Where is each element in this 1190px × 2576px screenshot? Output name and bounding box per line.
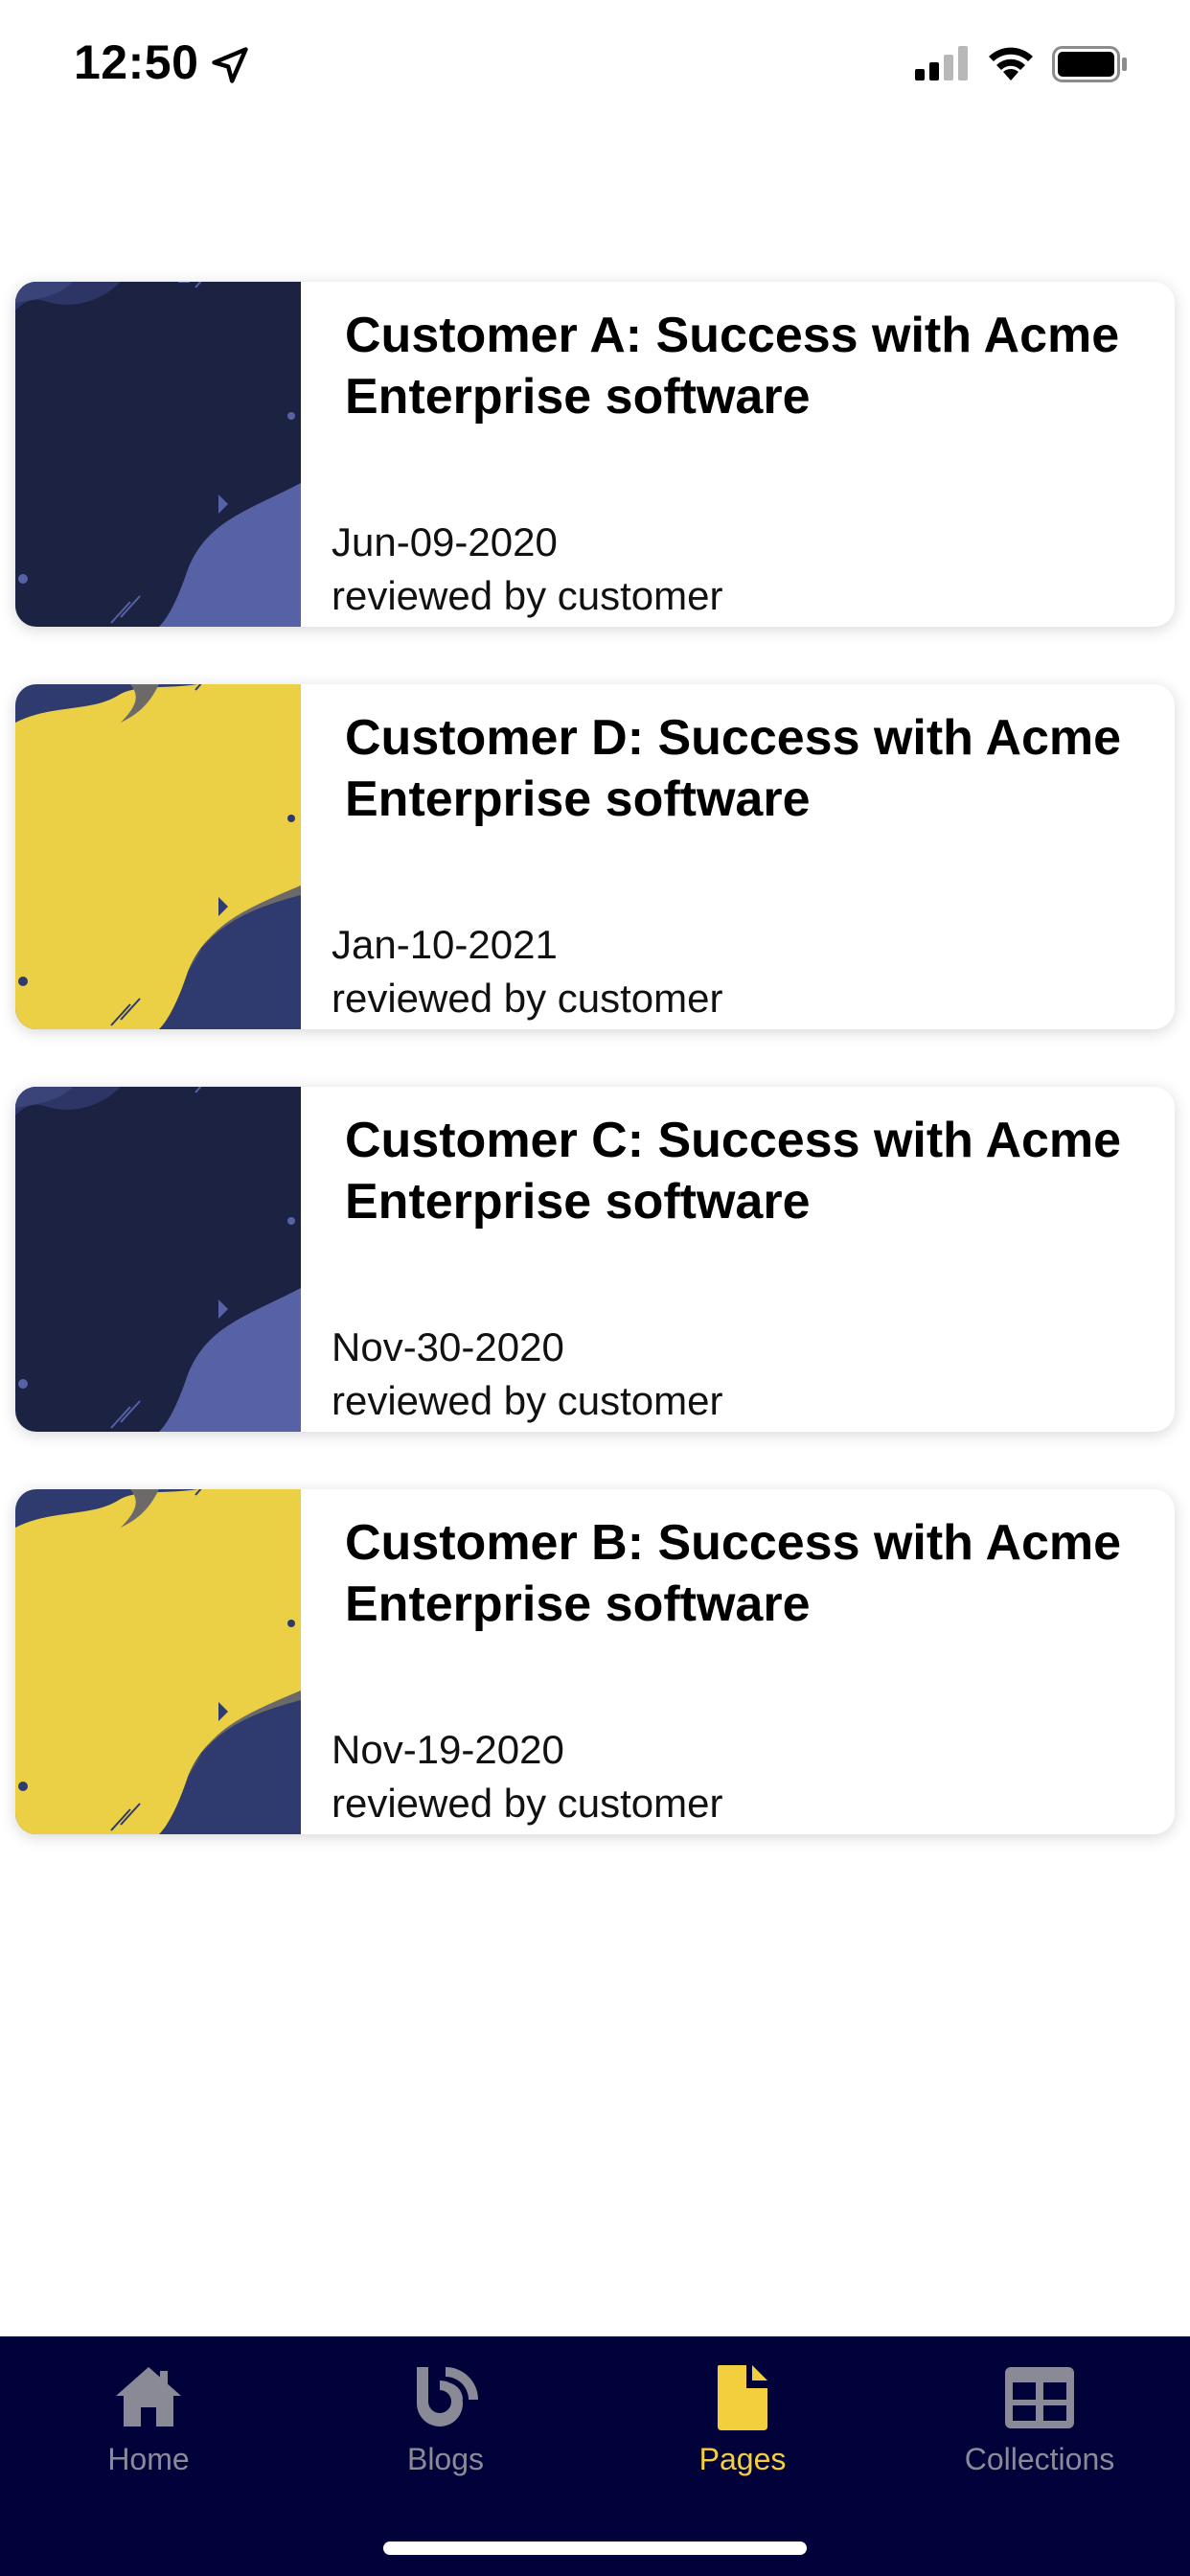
tab-home[interactable]: Home: [0, 2336, 297, 2499]
page-card[interactable]: Customer D: Success with Acme Enterprise…: [15, 684, 1175, 1029]
tab-collections-label: Collections: [964, 2442, 1115, 2476]
card-date: Nov-19-2020: [332, 1727, 564, 1772]
tab-pages-label: Pages: [698, 2442, 787, 2476]
page-card[interactable]: Customer A: Success with Acme Enterprise…: [15, 282, 1175, 627]
status-time: 12:50: [74, 35, 199, 89]
screen: 12:50 Customer A: Success with Acme Ente…: [0, 0, 1190, 2576]
card-title: Customer C: Success with Acme Enterprise…: [345, 1113, 1122, 1230]
page-card[interactable]: Customer B: Success with Acme Enterprise…: [15, 1489, 1175, 1834]
card-review-status: reviewed by customer: [332, 573, 723, 618]
tab-blogs-label: Blogs: [406, 2442, 485, 2476]
collections-icon: [1005, 2367, 1074, 2428]
battery-icon: [1052, 46, 1127, 82]
card-date: Jan-10-2021: [332, 922, 558, 967]
card-thumbnail-image: [15, 282, 301, 627]
tab-blogs[interactable]: Blogs: [297, 2336, 594, 2499]
card-date: Nov-30-2020: [332, 1324, 564, 1369]
home-icon: [116, 2367, 181, 2426]
status-bar: 12:50: [0, 0, 1190, 134]
home-indicator[interactable]: [383, 2542, 807, 2555]
tab-collections[interactable]: Collections: [891, 2336, 1188, 2499]
card-thumbnail-image: [15, 684, 301, 1029]
tab-home-label: Home: [107, 2442, 190, 2476]
page-card[interactable]: Customer C: Success with Acme Enterprise…: [15, 1087, 1175, 1432]
card-title: Customer B: Success with Acme Enterprise…: [345, 1515, 1122, 1632]
blog-icon: [417, 2367, 478, 2426]
cellular-signal-icon: [915, 46, 968, 80]
page-icon: [718, 2365, 767, 2430]
card-review-status: reviewed by customer: [332, 976, 723, 1021]
card-thumbnail-image: [15, 1087, 301, 1432]
card-title: Customer D: Success with Acme Enterprise…: [345, 710, 1122, 827]
card-thumbnail-image: [15, 1489, 301, 1834]
tab-pages[interactable]: Pages: [594, 2336, 891, 2499]
card-review-status: reviewed by customer: [332, 1781, 723, 1826]
bottom-tab-bar: Home Blogs Pages Collections: [0, 2336, 1190, 2576]
card-date: Jun-09-2020: [332, 519, 558, 564]
location-arrow-icon: [212, 47, 248, 83]
card-review-status: reviewed by customer: [332, 1378, 723, 1423]
card-title: Customer A: Success with Acme Enterprise…: [345, 308, 1120, 425]
wifi-icon: [989, 47, 1033, 80]
